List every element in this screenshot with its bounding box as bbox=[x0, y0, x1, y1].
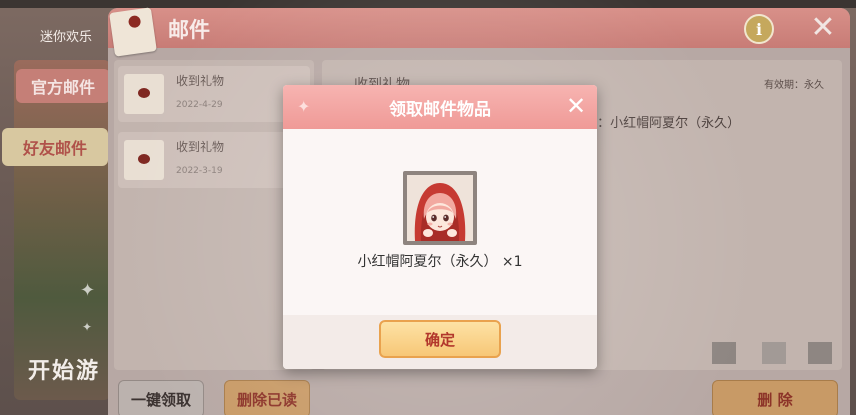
mosaic-block bbox=[762, 342, 786, 364]
tab-friend-mail[interactable]: 好友邮件 bbox=[2, 128, 108, 166]
envelope-icon bbox=[124, 140, 164, 180]
close-dialog-button[interactable]: ✕ bbox=[561, 91, 591, 121]
dialog-title: 领取邮件物品 bbox=[389, 100, 491, 120]
background-scene-image bbox=[14, 60, 110, 400]
mosaic-block bbox=[712, 342, 736, 364]
info-button[interactable]: i bbox=[744, 14, 774, 44]
item-portrait-image bbox=[407, 175, 473, 241]
dialog-header: ✦ 领取邮件物品 ✕ bbox=[283, 85, 597, 129]
item-label: 小红帽阿夏尔（永久） ×1 bbox=[283, 251, 597, 271]
envelope-icon bbox=[109, 7, 157, 57]
close-mail-button[interactable]: ✕ bbox=[806, 10, 840, 45]
background-scene-text: 开始游 bbox=[28, 359, 101, 384]
claim-items-dialog: ✦ 领取邮件物品 ✕ 小红帽阿夏尔（永久） ×1 确定 bbox=[283, 85, 597, 369]
detail-item-text: ]：小红帽阿夏尔（永久） bbox=[592, 116, 741, 131]
mail-date: 2022-3-19 bbox=[176, 166, 223, 176]
mail-list-item[interactable]: 收到礼物 2022-4-29 bbox=[118, 66, 310, 122]
mail-subject: 收到礼物 bbox=[176, 74, 225, 88]
delete-read-button[interactable]: 删除已读 bbox=[224, 380, 310, 415]
mail-subject: 收到礼物 bbox=[176, 140, 225, 154]
tab-label: 官方邮件 bbox=[30, 78, 95, 97]
red-hood-girl-icon bbox=[407, 175, 473, 241]
sparkle-icon: ✦ bbox=[82, 320, 93, 334]
tab-official-mail[interactable]: 官方邮件 bbox=[16, 69, 110, 103]
sparkle-icon: ✦ bbox=[80, 280, 96, 301]
mail-date: 2022-4-29 bbox=[176, 100, 223, 110]
tab-label: 好友邮件 bbox=[22, 139, 87, 158]
mail-window-header: 邮件 i ✕ bbox=[108, 7, 850, 57]
mosaic-block bbox=[808, 342, 832, 364]
mail-window-title: 邮件 bbox=[168, 18, 210, 42]
top-status-strip bbox=[0, 0, 856, 8]
envelope-icon bbox=[124, 74, 164, 114]
mail-list-item[interactable]: 收到礼物 2022-3-19 bbox=[118, 132, 310, 188]
collect-all-button[interactable]: 一键领取 bbox=[118, 380, 204, 415]
background-side-label: 迷你欢乐 bbox=[40, 30, 93, 45]
detail-validity: 有效期：永久 bbox=[764, 80, 824, 91]
item-quantity: ×1 bbox=[501, 254, 523, 270]
item-name: 小红帽阿夏尔（永久） bbox=[357, 254, 498, 270]
confirm-button[interactable]: 确定 bbox=[379, 320, 501, 358]
delete-button[interactable]: 删 除 bbox=[712, 380, 838, 415]
